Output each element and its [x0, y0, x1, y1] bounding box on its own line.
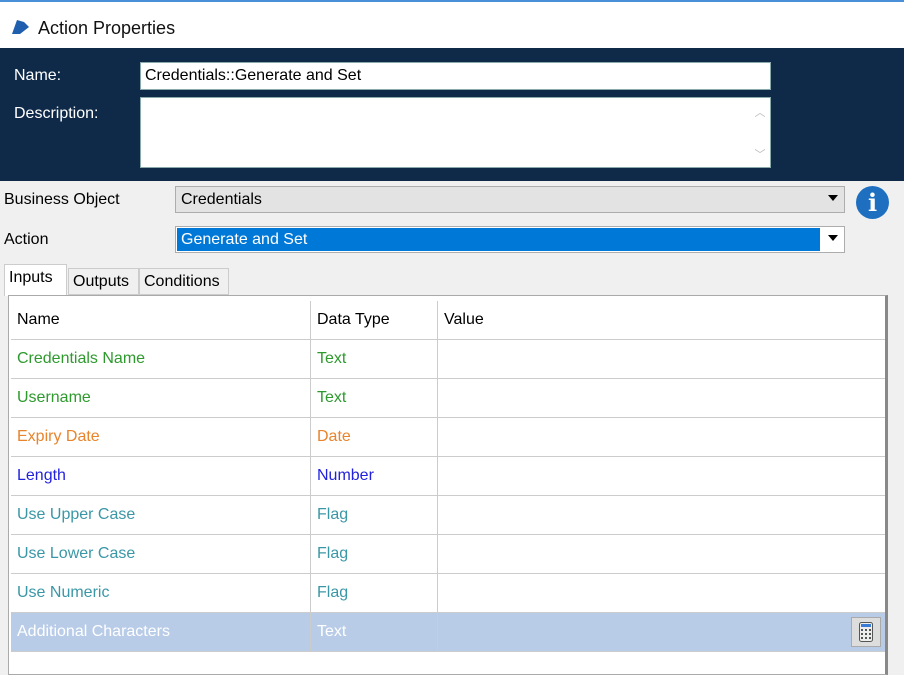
table-row[interactable]: Expiry Date Date	[11, 418, 885, 457]
name-value: Credentials::Generate and Set	[145, 67, 362, 84]
action-label: Action	[4, 231, 49, 248]
action-value: Generate and Set	[177, 228, 820, 251]
name-input[interactable]: Credentials::Generate and Set	[140, 62, 771, 90]
column-header-name[interactable]: Name	[11, 301, 311, 340]
calculator-icon[interactable]	[851, 617, 881, 647]
param-value[interactable]	[438, 613, 885, 652]
info-icon[interactable]: i	[856, 186, 889, 219]
action-dropdown[interactable]: Generate and Set	[175, 226, 845, 253]
table-row[interactable]: Use Numeric Flag	[11, 574, 885, 613]
param-name: Additional Characters	[11, 613, 311, 652]
table-row[interactable]: Additional Characters Text	[11, 613, 885, 652]
param-type: Text	[311, 379, 438, 418]
description-scrollbar[interactable]: ︿ ﹀	[750, 98, 770, 167]
header-panel: Name: Credentials::Generate and Set Desc…	[0, 48, 904, 181]
tab-outputs[interactable]: Outputs	[68, 268, 139, 295]
param-name: Length	[11, 457, 311, 496]
chevron-down-icon	[828, 235, 838, 241]
tab-conditions[interactable]: Conditions	[139, 268, 229, 295]
param-name: Username	[11, 379, 311, 418]
column-header-data-type[interactable]: Data Type	[311, 301, 438, 340]
business-object-value: Credentials	[181, 191, 262, 208]
param-type: Date	[311, 418, 438, 457]
param-name: Use Numeric	[11, 574, 311, 613]
param-value[interactable]	[438, 418, 885, 457]
tab-inputs[interactable]: Inputs	[4, 264, 67, 296]
table-row[interactable]: Credentials Name Text	[11, 340, 885, 379]
param-type: Flag	[311, 574, 438, 613]
param-type: Text	[311, 340, 438, 379]
business-object-label: Business Object	[4, 191, 120, 208]
param-value[interactable]	[438, 457, 885, 496]
window-title: Action Properties	[38, 18, 176, 38]
column-header-value[interactable]: Value	[438, 301, 885, 340]
param-value[interactable]	[438, 496, 885, 535]
table-row[interactable]: Length Number	[11, 457, 885, 496]
app-icon	[12, 20, 29, 34]
param-name: Expiry Date	[11, 418, 311, 457]
table-row[interactable]: Username Text	[11, 379, 885, 418]
param-type: Flag	[311, 496, 438, 535]
param-type: Flag	[311, 535, 438, 574]
param-name: Use Upper Case	[11, 496, 311, 535]
param-value[interactable]	[438, 535, 885, 574]
param-name: Credentials Name	[11, 340, 311, 379]
description-label: Description:	[14, 105, 99, 122]
table-row[interactable]: Use Lower Case Flag	[11, 535, 885, 574]
grid-header: Name Data Type Value	[11, 301, 885, 340]
param-type: Text	[311, 613, 438, 652]
table-row[interactable]: Use Upper Case Flag	[11, 496, 885, 535]
inputs-grid: Name Data Type Value Credentials Name Tex…	[8, 295, 888, 675]
description-input[interactable]: ︿ ﹀	[140, 97, 771, 168]
param-value[interactable]	[438, 379, 885, 418]
param-value[interactable]	[438, 574, 885, 613]
param-name: Use Lower Case	[11, 535, 311, 574]
title-bar: Action Properties	[0, 0, 904, 48]
chevron-down-icon	[828, 195, 838, 201]
param-type: Number	[311, 457, 438, 496]
business-object-dropdown[interactable]: Credentials	[175, 186, 845, 213]
param-value[interactable]	[438, 340, 885, 379]
name-label: Name:	[14, 67, 62, 84]
